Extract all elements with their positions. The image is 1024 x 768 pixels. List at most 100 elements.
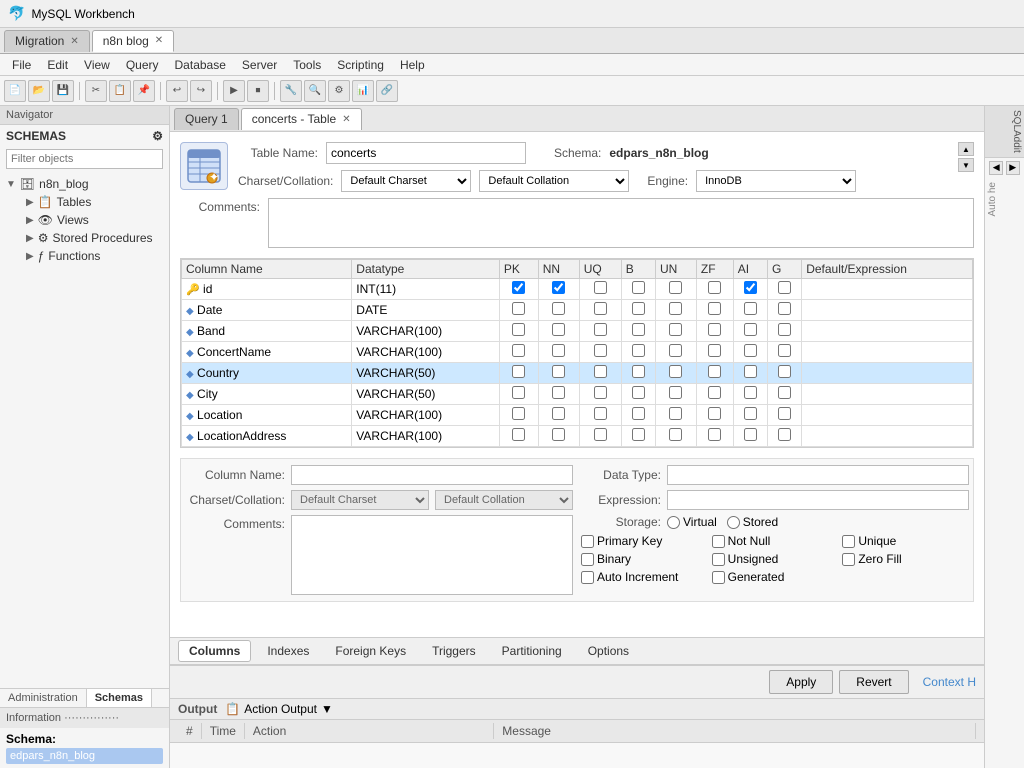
schemas-options-icon[interactable]: ⚙ <box>152 129 163 143</box>
scroll-up-btn[interactable]: ▲ <box>958 142 974 156</box>
bottom-tab-triggers[interactable]: Triggers <box>422 641 486 661</box>
table-row[interactable]: 🔑 idINT(11) <box>182 279 973 300</box>
tree-views[interactable]: ▶ 👁 Views <box>20 211 169 229</box>
check-zero-fill-input[interactable] <box>842 553 855 566</box>
right-panel-right-arrow[interactable]: ▶ <box>1006 161 1020 175</box>
check-not-null-input[interactable] <box>712 535 725 548</box>
toolbar-redo[interactable]: ↪ <box>190 80 212 102</box>
col-check-nn-input[interactable] <box>552 386 565 399</box>
col-check-nn-input[interactable] <box>552 407 565 420</box>
col-check-ai-input[interactable] <box>744 407 757 420</box>
col-check-zf-input[interactable] <box>708 365 721 378</box>
col-check-g-input[interactable] <box>778 323 791 336</box>
app-tab-migration-close[interactable]: ✕ <box>70 36 78 47</box>
col-check-g-input[interactable] <box>778 407 791 420</box>
col-check-zf-input[interactable] <box>708 428 721 441</box>
check-primary-key[interactable]: Primary Key <box>581 534 708 548</box>
toolbar-run[interactable]: ▶ <box>223 80 245 102</box>
col-check-nn-input[interactable] <box>552 281 565 294</box>
collation-select[interactable]: Default Collation <box>479 170 629 192</box>
menu-query[interactable]: Query <box>118 56 167 74</box>
context-help-link[interactable]: Context H <box>923 675 976 689</box>
app-tab-n8n-blog[interactable]: n8n blog ✕ <box>92 30 174 52</box>
col-check-ai-input[interactable] <box>744 428 757 441</box>
col-check-b-input[interactable] <box>632 323 645 336</box>
bottom-tab-options[interactable]: Options <box>578 641 639 661</box>
bottom-tab-columns[interactable]: Columns <box>178 640 251 662</box>
col-check-un-input[interactable] <box>669 386 682 399</box>
table-name-input[interactable] <box>326 142 526 164</box>
col-check-uq-input[interactable] <box>594 365 607 378</box>
menu-file[interactable]: File <box>4 56 39 74</box>
col-check-b-input[interactable] <box>632 281 645 294</box>
toolbar-extra1[interactable]: 📊 <box>352 80 374 102</box>
col-check-pk-input[interactable] <box>512 344 525 357</box>
toolbar-cut[interactable]: ✂ <box>85 80 107 102</box>
toolbar-new[interactable]: 📄 <box>4 80 26 102</box>
check-auto-increment-input[interactable] <box>581 571 594 584</box>
col-check-g-input[interactable] <box>778 386 791 399</box>
comments-textarea[interactable] <box>268 198 974 248</box>
inner-tab-query1[interactable]: Query 1 <box>174 108 239 130</box>
col-check-pk-input[interactable] <box>512 365 525 378</box>
col-check-uq-input[interactable] <box>594 323 607 336</box>
tree-stored-procedures[interactable]: ▶ ⚙ Stored Procedures <box>20 229 169 247</box>
col-check-ai-input[interactable] <box>744 344 757 357</box>
right-panel-left-arrow[interactable]: ◀ <box>989 161 1003 175</box>
charset-select[interactable]: Default Charset <box>341 170 471 192</box>
col-check-zf-input[interactable] <box>708 302 721 315</box>
toolbar-undo[interactable]: ↩ <box>166 80 188 102</box>
col-check-g-input[interactable] <box>778 281 791 294</box>
col-check-un-input[interactable] <box>669 302 682 315</box>
col-check-nn-input[interactable] <box>552 428 565 441</box>
col-check-uq-input[interactable] <box>594 281 607 294</box>
inner-tab-concerts-table[interactable]: concerts - Table ✕ <box>241 108 362 130</box>
col-check-pk-input[interactable] <box>512 281 525 294</box>
col-check-zf-input[interactable] <box>708 323 721 336</box>
col-check-pk-input[interactable] <box>512 323 525 336</box>
col-check-ai-input[interactable] <box>744 323 757 336</box>
col-check-b-input[interactable] <box>632 302 645 315</box>
col-check-ai-input[interactable] <box>744 302 757 315</box>
toolbar-open[interactable]: 📂 <box>28 80 50 102</box>
detail-comments-textarea[interactable] <box>291 515 573 595</box>
menu-view[interactable]: View <box>76 56 118 74</box>
col-check-zf-input[interactable] <box>708 407 721 420</box>
check-zero-fill[interactable]: Zero Fill <box>842 552 969 566</box>
toolbar-settings[interactable]: ⚙ <box>328 80 350 102</box>
detail-col-name-input[interactable] <box>291 465 573 485</box>
menu-server[interactable]: Server <box>234 56 285 74</box>
inner-tab-concerts-close[interactable]: ✕ <box>342 114 350 125</box>
col-check-ai-input[interactable] <box>744 365 757 378</box>
table-row[interactable]: ◆ DateDATE <box>182 300 973 321</box>
tree-tables[interactable]: ▶ 📋 Tables <box>20 193 169 211</box>
revert-button[interactable]: Revert <box>839 670 908 694</box>
storage-virtual-radio[interactable] <box>667 516 680 529</box>
check-not-null[interactable]: Not Null <box>712 534 839 548</box>
col-check-un-input[interactable] <box>669 281 682 294</box>
col-check-pk-input[interactable] <box>512 428 525 441</box>
col-check-un-input[interactable] <box>669 428 682 441</box>
col-check-b-input[interactable] <box>632 407 645 420</box>
col-check-zf-input[interactable] <box>708 386 721 399</box>
col-check-ai-input[interactable] <box>744 386 757 399</box>
col-check-b-input[interactable] <box>632 386 645 399</box>
col-check-g-input[interactable] <box>778 302 791 315</box>
detail-expression-input[interactable] <box>667 490 969 510</box>
col-check-nn-input[interactable] <box>552 323 565 336</box>
toolbar-search[interactable]: 🔍 <box>304 80 326 102</box>
check-auto-increment[interactable]: Auto Increment <box>581 570 708 584</box>
sidebar-tab-schemas[interactable]: Schemas <box>87 689 152 707</box>
check-unsigned-input[interactable] <box>712 553 725 566</box>
check-unique-input[interactable] <box>842 535 855 548</box>
menu-scripting[interactable]: Scripting <box>329 56 392 74</box>
col-check-b-input[interactable] <box>632 344 645 357</box>
menu-database[interactable]: Database <box>167 56 234 74</box>
toolbar-save[interactable]: 💾 <box>52 80 74 102</box>
tree-functions[interactable]: ▶ ƒ Functions <box>20 247 169 265</box>
storage-virtual-label[interactable]: Virtual <box>667 515 717 529</box>
toolbar-schema[interactable]: 🔧 <box>280 80 302 102</box>
col-check-un-input[interactable] <box>669 344 682 357</box>
bottom-tab-foreign-keys[interactable]: Foreign Keys <box>325 641 416 661</box>
check-unsigned[interactable]: Unsigned <box>712 552 839 566</box>
